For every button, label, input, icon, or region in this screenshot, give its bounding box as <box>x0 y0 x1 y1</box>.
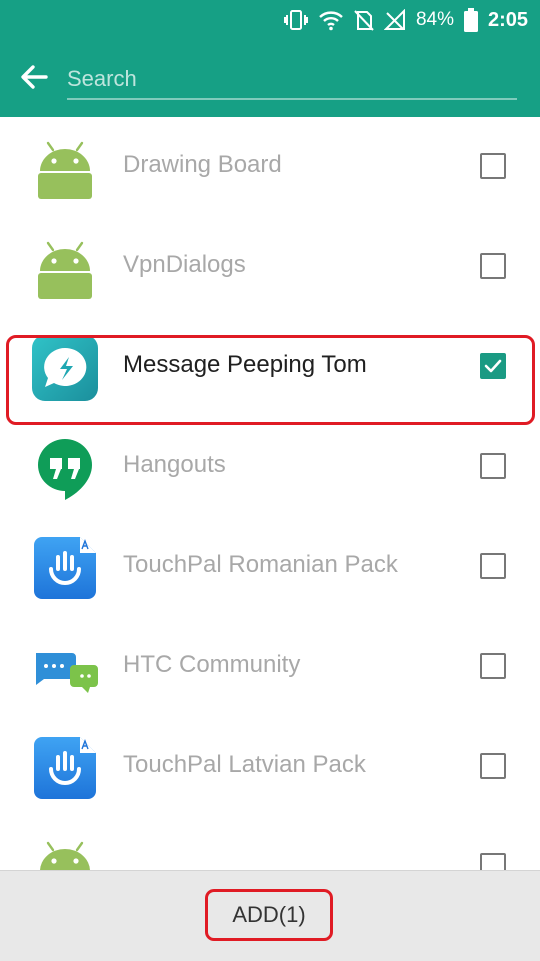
android-robot-icon <box>38 141 92 199</box>
app-name: Hangouts <box>123 451 226 478</box>
list-item-message-peeping-tom[interactable]: Message Peeping Tom <box>0 317 540 417</box>
app-name: TouchPal Romanian Pack <box>123 551 398 578</box>
hangouts-icon <box>38 439 92 500</box>
app-checkbox[interactable] <box>480 253 506 279</box>
check-icon <box>484 359 502 373</box>
list-item-htc-community[interactable]: HTC Community <box>0 617 540 717</box>
add-button[interactable]: ADD(1) <box>205 889 333 941</box>
footer-bar: ADD(1) <box>0 870 540 961</box>
app-checkbox[interactable] <box>480 153 506 179</box>
no-sim-icon <box>354 10 374 31</box>
app-name: HTC Community <box>123 651 301 678</box>
android-robot-icon <box>40 841 90 870</box>
app-name: Drawing Board <box>123 151 282 178</box>
signal-icon <box>383 9 405 30</box>
app-name: TouchPal Latvian Pack <box>123 751 366 778</box>
app-checkbox[interactable] <box>480 653 506 679</box>
battery-icon <box>463 8 478 32</box>
list-item-drawing-board[interactable]: Drawing Board <box>0 117 540 217</box>
arrow-back-icon <box>21 65 48 89</box>
wifi-icon <box>319 11 343 31</box>
touchpal-icon <box>34 737 96 799</box>
status-icons: 84% 2:05 <box>274 6 528 34</box>
search-input[interactable] <box>67 60 517 100</box>
battery-percent: 84% <box>415 9 454 30</box>
app-checkbox[interactable] <box>480 553 506 579</box>
app-checkbox[interactable] <box>480 753 506 779</box>
status-bar: 84% 2:05 <box>0 0 540 40</box>
touchpal-icon <box>34 537 96 599</box>
list-item-touchpal-latvian-pack[interactable]: TouchPal Latvian Pack <box>0 717 540 817</box>
list-item-vpndialogs[interactable]: VpnDialogs <box>0 217 540 317</box>
app-checkbox[interactable] <box>480 853 506 870</box>
app-name: VpnDialogs <box>123 251 246 278</box>
app-checkbox-checked[interactable] <box>480 353 506 379</box>
list-item-partial[interactable] <box>0 817 540 870</box>
app-checkbox[interactable] <box>480 453 506 479</box>
app-list: Drawing Board VpnDialogs Message Peeping… <box>0 117 540 870</box>
htc-community-icon <box>36 653 98 693</box>
list-item-touchpal-romanian-pack[interactable]: TouchPal Romanian Pack <box>0 517 540 617</box>
vibrate-icon <box>283 10 308 30</box>
search-toolbar <box>0 40 540 117</box>
back-button[interactable] <box>14 58 54 98</box>
app-name: Message Peeping Tom <box>123 351 367 378</box>
android-robot-icon <box>38 241 92 299</box>
message-peeping-tom-icon <box>32 335 98 401</box>
clock: 2:05 <box>487 8 528 31</box>
list-item-hangouts[interactable]: Hangouts <box>0 417 540 517</box>
